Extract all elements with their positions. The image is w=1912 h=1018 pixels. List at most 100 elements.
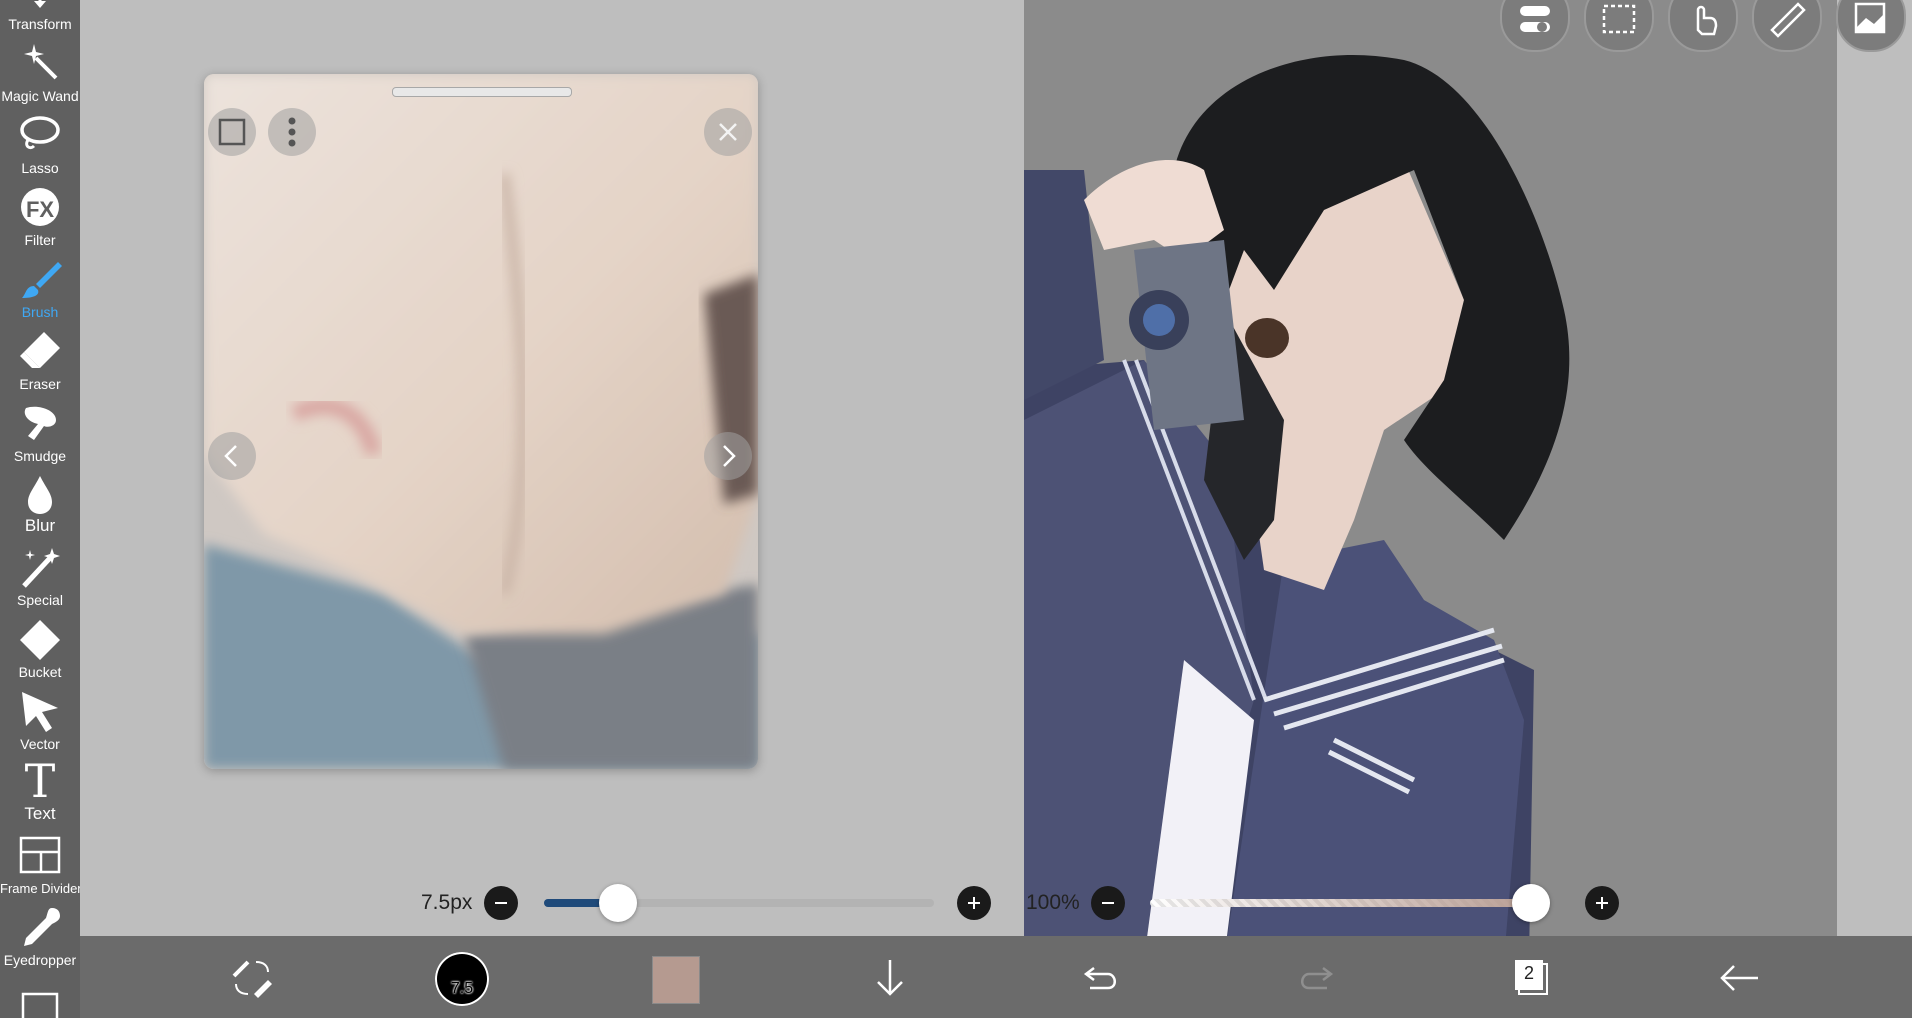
special-icon [22,548,60,588]
tool-eraser[interactable]: Eraser [0,324,80,396]
ruler-button[interactable] [1752,0,1822,52]
tool-transform[interactable]: Transform [0,0,80,36]
reference-image [204,74,758,769]
chevron-right-icon [723,445,736,467]
redo-button[interactable] [1291,954,1339,1002]
more-vert-icon [288,117,296,147]
brush-size-increase-button[interactable] [957,886,991,920]
blur-icon [28,476,52,514]
tool-label: Transform [8,16,72,32]
opacity-value: 100% [1026,891,1080,914]
tool-eyedropper[interactable]: Eyedropper [0,900,80,972]
square-frame-icon [218,118,246,146]
tool-more[interactable] [0,976,80,1018]
toggle-settings-button[interactable] [1500,0,1570,52]
tool-smudge[interactable]: Smudge [0,396,80,468]
bucket-icon [20,620,60,660]
undo-button[interactable] [1078,954,1126,1002]
brush-size-badge: 7.5 [450,980,474,997]
smudge-icon [24,406,56,440]
brush-settings-button[interactable]: 7.5 [435,952,489,1006]
workspace-right-margin [1837,0,1912,936]
canvas-artwork [1024,54,1570,960]
ref-prev-button[interactable] [208,432,256,480]
tool-blur[interactable]: Blur [0,468,80,540]
eyedropper-icon [24,908,60,946]
touch-mode-button[interactable] [1668,0,1738,52]
tool-label: Magic Wand [1,88,79,104]
tool-label: Smudge [13,448,67,464]
drawing-canvas[interactable] [1024,0,1837,960]
image-icon [1854,2,1886,34]
arrow-down-icon [877,960,903,996]
current-color-swatch[interactable] [652,956,700,1004]
layers-button[interactable]: 2 [1505,954,1553,1002]
reference-window[interactable] [204,74,758,769]
tool-label: Lasso [21,160,59,176]
toggle-switch-icon [1520,6,1550,32]
text-icon: T [24,754,56,808]
brush-eraser-swap-button[interactable] [228,954,276,1002]
tool-special[interactable]: Special [0,540,80,612]
download-button[interactable] [866,954,914,1002]
tool-label: Brush [21,304,59,320]
tool-label: Filter [24,232,56,248]
tool-label: Bucket [18,664,62,680]
tool-magic-wand[interactable]: Magic Wand [0,36,80,108]
tool-text[interactable]: T Text [0,754,80,828]
filter-glyph: FX [25,197,55,222]
brush-size-decrease-button[interactable] [484,886,518,920]
tool-label: Text [24,804,56,823]
vector-icon [22,692,58,732]
magic-wand-icon [24,44,58,80]
tool-label: Eyedropper [3,952,77,968]
plus-icon [968,897,980,909]
minus-icon [495,902,507,904]
redo-icon [1301,967,1334,990]
arrow-left-icon [1720,965,1758,991]
lasso-icon [20,116,60,150]
opacity-fill [1150,899,1550,907]
ref-next-button[interactable] [704,432,752,480]
selection-button[interactable] [1584,0,1654,52]
minus-icon [1102,902,1114,904]
opacity-decrease-button[interactable] [1091,886,1125,920]
frame-divider-icon [19,836,61,874]
tool-filter[interactable]: FX Filter [0,180,80,252]
layer-count: 2 [1523,963,1534,983]
drag-handle[interactable] [392,87,572,97]
tool-bar: Transform Magic Wand Lasso FX Filter Bru… [0,0,80,1018]
material-button[interactable] [1836,0,1906,52]
brush-size-value: 7.5px [421,891,473,914]
ref-close-button[interactable] [704,108,752,156]
tool-vector[interactable]: Vector [0,684,80,756]
tool-label: Blur [24,516,56,535]
brush-eraser-swap-icon [232,960,272,998]
hand-touch-icon [1696,5,1718,36]
tool-label: Special [17,592,63,608]
opacity-increase-button[interactable] [1585,886,1619,920]
tool-bucket[interactable]: Bucket [0,612,80,684]
bottom-bar: 7.5 2 [80,936,1912,1018]
tool-brush[interactable]: Brush [0,252,80,324]
dashed-select-icon [1602,4,1636,34]
back-button[interactable] [1716,954,1764,1002]
tool-lasso[interactable]: Lasso [0,108,80,180]
brush-icon [22,262,62,298]
opacity-thumb[interactable] [1512,884,1550,922]
close-icon [719,123,737,141]
tool-label: Eraser [19,376,61,392]
eraser-icon [20,332,60,368]
brush-size-thumb[interactable] [599,884,637,922]
plus-icon [1596,897,1608,909]
undo-icon [1083,967,1116,990]
ref-more-button[interactable] [268,108,316,156]
chevron-left-icon [224,445,237,467]
tool-label: Vector [20,736,60,752]
tool-label: Frame Divider [0,881,80,896]
ruler-icon [1770,2,1806,38]
transform-icon [34,0,46,8]
layer-frame-icon [21,992,59,1018]
ref-frame-button[interactable] [208,108,256,156]
tool-frame-divider[interactable]: Frame Divider [0,828,80,900]
